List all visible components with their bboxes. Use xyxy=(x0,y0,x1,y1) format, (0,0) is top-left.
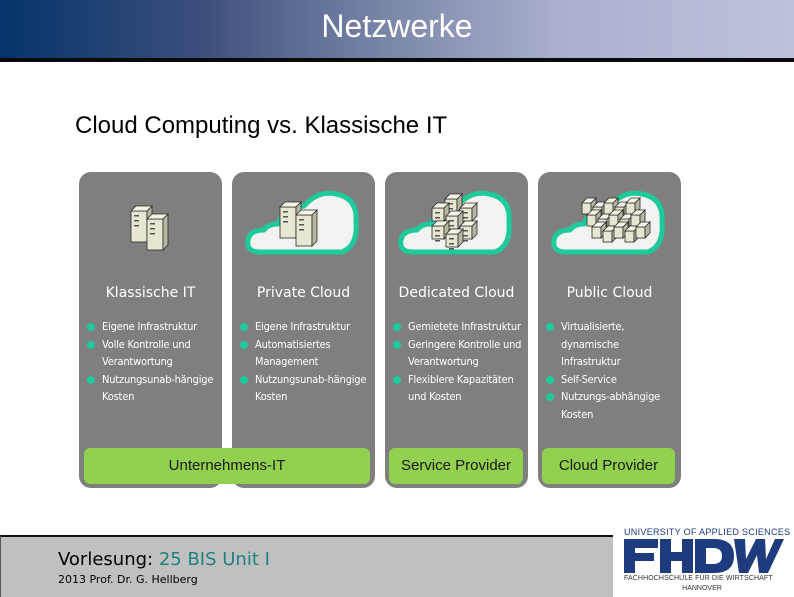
group-label-enterprise-it: Unternehmens-IT xyxy=(84,448,370,484)
bullet-dot-icon xyxy=(240,340,248,349)
header-divider xyxy=(0,58,794,62)
bullet-dot-icon xyxy=(393,340,401,349)
slide-subtitle: Cloud Computing vs. Klassische IT xyxy=(75,112,448,139)
card-private-cloud: Private Cloud Eigene Infrastruktur Autom… xyxy=(232,172,375,488)
bullet-dot-icon xyxy=(546,393,554,401)
bullet-dot-icon xyxy=(240,375,248,384)
group-label-cloud-provider: Cloud Provider xyxy=(542,448,675,484)
bullet-dot-icon xyxy=(393,323,401,331)
server-pair-icon xyxy=(130,205,169,251)
bullet-item: Self-Service xyxy=(546,371,681,389)
bullet-item: Nutzungsunab-hängige Kosten xyxy=(240,371,375,406)
server-icon xyxy=(295,209,318,247)
bullet-list: Eigene Infrastruktur Volle Kontrolle und… xyxy=(87,318,222,406)
bullet-item: Virtualisierte, dynamische Infrastruktur xyxy=(546,318,681,371)
footer-bar: Vorlesung: 25 BIS Unit I 2013 Prof. Dr. … xyxy=(0,535,613,597)
card-klassische-it: Klassische IT Eigene Infrastruktur Volle… xyxy=(79,172,222,488)
fhdw-wordmark-icon xyxy=(624,539,784,573)
card-title: Klassische IT xyxy=(105,285,196,301)
bullet-item: Nutzungs-abhängige Kosten xyxy=(546,388,681,423)
cloud-server-pair-icon xyxy=(245,190,359,255)
bullet-dot-icon xyxy=(546,323,554,331)
bullet-item: Eigene Infrastruktur xyxy=(87,318,222,336)
bullet-dot-icon xyxy=(87,375,95,384)
header-bar: Netzwerke xyxy=(0,0,794,58)
lecture-name: 25 BIS Unit I xyxy=(158,549,270,570)
bullet-item: Geringere Kontrolle und Verantwortung xyxy=(393,336,528,371)
card-public-cloud: Public Cloud Virtualisierte, dynamische … xyxy=(538,172,681,488)
bullet-item: Nutzungsunab-hängige Kosten xyxy=(87,371,222,406)
bullet-item: Gemietete Infrastruktur xyxy=(393,318,528,336)
logo-subtitle: FACHHOCHSCHULE FÜR DIE WIRTSCHAFT xyxy=(624,575,773,582)
bullet-item: Volle Kontrolle und Verantwortung xyxy=(87,336,222,371)
logo-city: HANNOVER xyxy=(682,585,722,592)
bullet-item: Flexiblere Kapazitäten und Kosten xyxy=(393,371,528,406)
bullet-dot-icon xyxy=(240,323,248,331)
server-icon xyxy=(146,213,169,251)
card-dedicated-cloud: Dedicated Cloud Gemietete Infrastruktur … xyxy=(385,172,528,488)
group-label-service-provider: Service Provider xyxy=(389,448,523,484)
bullet-item: Automatisiertes Management xyxy=(240,336,375,371)
logo-tagline: UNIVERSITY OF APPLIED SCIENCES xyxy=(624,527,791,537)
bullet-item: Eigene Infrastruktur xyxy=(240,318,375,336)
lecture-label: Vorlesung: xyxy=(58,549,154,570)
cloud-server-farm-icon xyxy=(551,190,665,255)
slide-title: Netzwerke xyxy=(321,8,473,44)
bullet-list: Virtualisierte, dynamische Infrastruktur… xyxy=(546,318,681,423)
cloud-server-stack-icon xyxy=(398,190,512,255)
bullet-list: Gemietete Infrastruktur Geringere Kontro… xyxy=(393,318,528,406)
card-title: Private Cloud xyxy=(256,285,351,301)
bullet-dot-icon xyxy=(546,375,554,384)
bullet-dot-icon xyxy=(87,340,95,349)
lecture-line: Vorlesung: 25 BIS Unit I xyxy=(58,549,270,570)
bullet-list: Eigene Infrastruktur Automatisiertes Man… xyxy=(240,318,375,406)
server-icon xyxy=(635,221,651,239)
lecture-author: 2013 Prof. Dr. G. Hellberg xyxy=(58,573,198,586)
fhdw-logo: UNIVERSITY OF APPLIED SCIENCES FACHHOCHS… xyxy=(618,525,790,595)
card-title: Dedicated Cloud xyxy=(398,285,515,301)
bullet-dot-icon xyxy=(87,323,95,331)
card-title: Public Cloud xyxy=(566,285,653,301)
bullet-dot-icon xyxy=(393,375,401,384)
